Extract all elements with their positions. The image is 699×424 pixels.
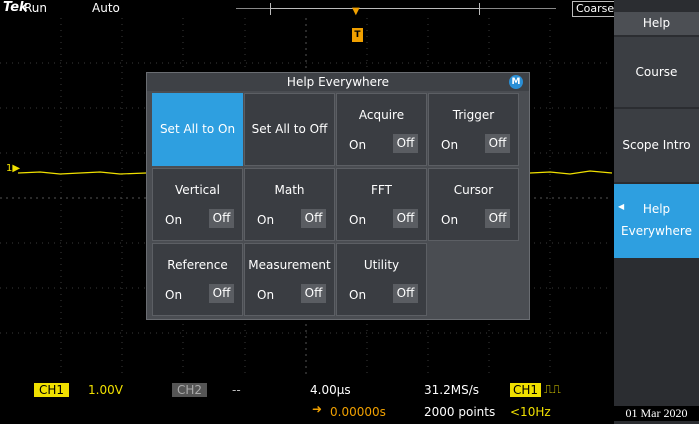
- ch2-scale: --: [232, 383, 241, 397]
- set-all-off-button[interactable]: Set All to Off: [244, 93, 335, 166]
- utility-toggle[interactable]: Utility On Off: [336, 243, 427, 316]
- sample-rate: 31.2MS/s: [424, 383, 479, 397]
- fft-toggle[interactable]: FFT On Off: [336, 168, 427, 241]
- side-menu-empty-slot: [614, 260, 699, 404]
- side-menu-help-everywhere-button[interactable]: ◀ Help Everywhere: [614, 184, 699, 258]
- ch1-scale: 1.00V: [88, 383, 123, 397]
- reference-toggle[interactable]: Reference On Off: [152, 243, 243, 316]
- toggle-label: Vertical: [175, 183, 220, 197]
- set-all-on-label: Set All to On: [159, 122, 236, 136]
- rising-edge-icon: ⎍⎍: [544, 382, 561, 396]
- off-option[interactable]: Off: [393, 209, 418, 228]
- on-option[interactable]: On: [441, 213, 458, 227]
- help-everywhere-line1: Help: [642, 202, 671, 216]
- off-option[interactable]: Off: [485, 209, 510, 228]
- record-length: 2000 points: [424, 405, 496, 419]
- toggle-label: Cursor: [453, 183, 494, 197]
- menu-badge-icon: M: [509, 75, 523, 89]
- off-option[interactable]: Off: [209, 284, 234, 303]
- set-all-on-button[interactable]: Set All to On: [152, 93, 243, 166]
- horizontal-position-icon: ➜: [312, 402, 323, 416]
- off-option[interactable]: Off: [301, 209, 326, 228]
- off-option[interactable]: Off: [301, 284, 326, 303]
- knob-mode-indicator[interactable]: Coarse: [572, 1, 619, 17]
- off-option[interactable]: Off: [393, 284, 418, 303]
- toggle-label: Utility: [363, 258, 400, 272]
- help-everywhere-line2: Everywhere: [621, 224, 692, 238]
- panel-title: Help Everywhere M: [147, 73, 529, 91]
- acquisition-state: Run: [24, 1, 48, 15]
- ch2-button[interactable]: CH2: [172, 383, 208, 397]
- on-option[interactable]: On: [441, 138, 458, 152]
- vertical-toggle[interactable]: Vertical On Off: [152, 168, 243, 241]
- side-menu-title: Help: [614, 12, 699, 35]
- side-menu-course-button[interactable]: Course: [614, 37, 699, 107]
- trigger-mode: Auto: [92, 1, 120, 15]
- on-option[interactable]: On: [349, 213, 366, 227]
- on-option[interactable]: On: [257, 213, 274, 227]
- date-readout: 01 Mar 2020: [614, 406, 699, 421]
- trigger-point-icon: T: [352, 28, 363, 42]
- readout-bar: CH1 1.00V CH2 -- 4.00µs 31.2MS/s CH1 ⎍⎍ …: [0, 378, 614, 424]
- record-view-window: [270, 3, 480, 15]
- off-option[interactable]: Off: [209, 209, 234, 228]
- math-toggle[interactable]: Math On Off: [244, 168, 335, 241]
- side-menu-scope-intro-button[interactable]: Scope Intro: [614, 109, 699, 182]
- set-all-off-label: Set All to Off: [251, 122, 328, 136]
- acquire-toggle[interactable]: Acquire On Off: [336, 93, 427, 166]
- off-option[interactable]: Off: [393, 134, 418, 153]
- cursor-toggle[interactable]: Cursor On Off: [428, 168, 519, 241]
- toggle-label: FFT: [371, 183, 392, 197]
- measurement-toggle[interactable]: Measurement On Off: [244, 243, 335, 316]
- ch1-button[interactable]: CH1: [34, 383, 70, 397]
- on-option[interactable]: On: [349, 288, 366, 302]
- selected-arrow-icon: ◀: [618, 202, 625, 211]
- status-bar: Tek Run Auto Coarse: [0, 0, 619, 18]
- on-option[interactable]: On: [165, 213, 182, 227]
- trigger-frequency: <10Hz: [510, 405, 551, 419]
- trigger-toggle[interactable]: Trigger On Off: [428, 93, 519, 166]
- trigger-position-icon: ▼: [352, 6, 360, 17]
- toggle-label: Acquire: [358, 108, 405, 122]
- toggle-label: Math: [274, 183, 305, 197]
- help-everywhere-panel: Help Everywhere M Set All to On Set All …: [146, 72, 530, 320]
- side-menu: Help Course Scope Intro ◀ Help Everywher…: [614, 0, 699, 424]
- off-option[interactable]: Off: [485, 134, 510, 153]
- toggle-label: Reference: [167, 258, 228, 272]
- on-option[interactable]: On: [257, 288, 274, 302]
- horizontal-scale: 4.00µs: [310, 383, 351, 397]
- trigger-source[interactable]: CH1: [510, 383, 542, 397]
- ch1-marker-label: 1: [6, 163, 13, 174]
- ch1-level-marker[interactable]: 1▶: [6, 163, 20, 174]
- on-option[interactable]: On: [165, 288, 182, 302]
- on-option[interactable]: On: [349, 138, 366, 152]
- horizontal-position: 0.00000s: [330, 405, 386, 419]
- toggle-label: Trigger: [452, 108, 495, 122]
- panel-title-text: Help Everywhere: [286, 75, 390, 89]
- toggle-label: Measurement: [248, 258, 331, 272]
